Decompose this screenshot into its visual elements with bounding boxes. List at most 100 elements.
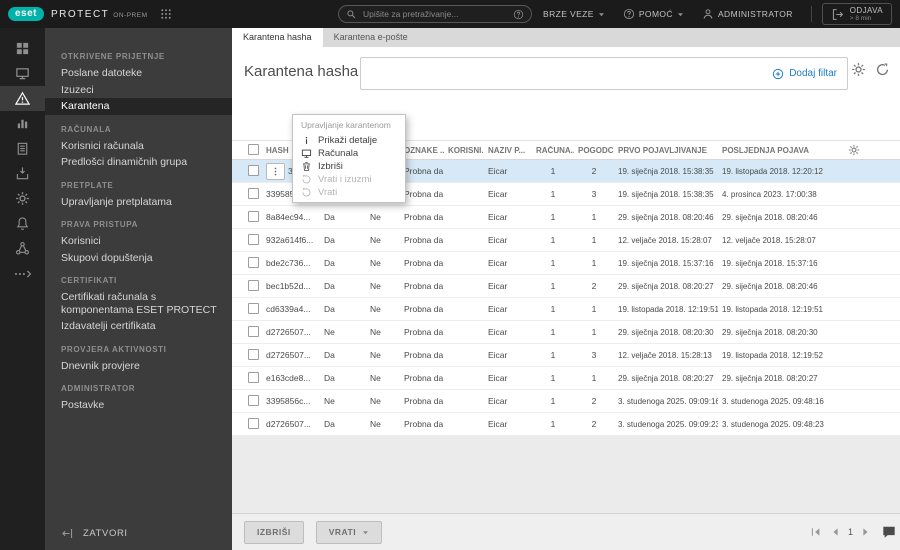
rail-item-policies[interactable] (0, 186, 45, 211)
cell-tags: Probna da... (404, 212, 444, 222)
page-title: Karantena hasha (244, 63, 359, 80)
quick-links-label: BRZE VEZE (543, 9, 594, 19)
rail-item-computers[interactable] (0, 61, 45, 86)
row-actions-button[interactable] (266, 162, 285, 180)
context-menu-item-vrati-i-izuzmi[interactable]: Vrati i izuzmi (293, 173, 405, 186)
row-checkbox[interactable] (248, 302, 259, 314)
column-header-oznake[interactable]: OZNAKE ... (400, 146, 444, 155)
cell-last-seen: 3. studenoga 2025. 09:48:23 (722, 419, 824, 429)
context-menu: Upravljanje karantenom Prikaži detalje Ra… (292, 114, 406, 203)
tab-karantena-e-po-te[interactable]: Karantena e-pošte (323, 28, 419, 47)
context-menu-item-izbri-i[interactable]: Izbriši (293, 160, 405, 173)
sidebar-item-dnevnik-provjere[interactable]: Dnevnik provjere (45, 358, 232, 375)
column-header-ra-una[interactable]: RAČUNA... (532, 146, 574, 155)
app-grid-icon[interactable] (160, 8, 172, 20)
sidebar-item-poslane-datoteke[interactable]: Poslane datoteke (45, 65, 232, 82)
sidebar-item-izdavatelji-certifikata[interactable]: Izdavatelji certifikata (45, 318, 232, 335)
restore-icon (301, 174, 312, 185)
rail-item-installers[interactable] (0, 161, 45, 186)
sidebar-item-predlo-ci-dinami-nih-grupa[interactable]: Predlošci dinamičnih grupa (45, 154, 232, 171)
cell-hits: 1 (591, 304, 597, 314)
cell-last-seen: 29. siječnja 2018. 08:20:46 (722, 281, 818, 291)
sidebar-item-karantena[interactable]: Karantena (45, 98, 232, 115)
top-bar: eset PROTECT ON-PREM BRZE VEZE POMOĆ ADM… (0, 0, 900, 28)
restore-button[interactable]: VRATI (315, 520, 383, 544)
table-row[interactable]: d2726507... Da Ne Probna da... Eicar 1 3 12. ve… (232, 344, 900, 367)
user-menu[interactable]: ADMINISTRATOR (702, 8, 793, 20)
cell-hash: bec1b52d... (266, 281, 311, 291)
select-all-checkbox[interactable] (248, 143, 259, 155)
cell-p: Ne (370, 235, 381, 245)
cell-first-seen: 29. siječnja 2018. 08:20:27 (618, 281, 714, 291)
search-input[interactable] (361, 8, 513, 20)
table-row[interactable]: 932a614f6... Da Ne Probna da... Eicar 1 1 12. v… (232, 229, 900, 252)
row-checkbox[interactable] (248, 164, 259, 176)
rail-item-dashboard[interactable] (0, 36, 45, 61)
help-menu[interactable]: POMOĆ (623, 8, 684, 20)
sidebar-collapse-button[interactable]: ZATVORI (45, 516, 232, 550)
top-bar-right: BRZE VEZE POMOĆ ADMINISTRATOR ODJAVA > 8… (543, 0, 900, 28)
rail-item-more[interactable] (0, 261, 45, 286)
cell-threat-name: Eicar (488, 304, 508, 314)
logout-button[interactable]: ODJAVA > 8 min (821, 3, 892, 25)
column-header-pogodci[interactable]: POGODCI (574, 146, 614, 155)
filter-bar[interactable]: Dodaj filtar (360, 57, 848, 90)
table-row[interactable]: bec1b52d... Da Ne Probna da... Eicar 1 2 29. si… (232, 275, 900, 298)
column-header-posljednja-pojava[interactable]: POSLJEDNJA POJAVA (718, 146, 838, 155)
column-header-naziv-p[interactable]: NAZIV P... (484, 146, 532, 155)
table-row[interactable]: e163cde8... Da Ne Probna da... Eicar 1 1 29. si… (232, 367, 900, 390)
rail-item-status-overview[interactable] (0, 236, 45, 261)
table-row[interactable]: bde2c736... Da Ne Probna da... Eicar 1 1 19. si… (232, 252, 900, 275)
add-filter-button[interactable]: Dodaj filtar (772, 68, 837, 80)
refresh-icon[interactable] (875, 62, 890, 77)
row-checkbox[interactable] (248, 325, 259, 337)
quick-links-menu[interactable]: BRZE VEZE (543, 9, 605, 19)
filter-presets-gear-icon[interactable] (851, 62, 866, 77)
table-row[interactable]: d2726507... Ne Ne Probna da... Eicar 1 1 29. si… (232, 321, 900, 344)
feedback-chat-icon[interactable] (882, 525, 896, 539)
cell-computers: 1 (550, 166, 556, 176)
row-checkbox[interactable] (248, 371, 259, 383)
table-row[interactable]: d2726507... Da Ne Probna da... Eicar 1 2 3. stu… (232, 413, 900, 436)
table-row[interactable]: 3395856c... Ne Ne Probna da... Eicar 1 2 3. stu… (232, 390, 900, 413)
tab-karantena-hasha[interactable]: Karantena hasha (232, 28, 323, 47)
row-checkbox[interactable] (248, 233, 259, 245)
column-header-prvo-pojavljivanje[interactable]: PRVO POJAVLJIVANJE (614, 146, 718, 155)
cell-first-seen: 19. siječnja 2018. 15:38:35 (618, 189, 714, 199)
search-help-icon[interactable] (513, 9, 524, 20)
column-header-korisni[interactable]: KORISNI... (444, 146, 484, 155)
delete-button[interactable]: IZBRIŠI (244, 520, 304, 544)
rail-item-notifications[interactable] (0, 211, 45, 236)
sidebar-item-korisnici-ra-unala[interactable]: Korisnici računala (45, 138, 232, 155)
pager-prev-page-button[interactable] (829, 526, 841, 538)
sidebar-item-korisnici[interactable]: Korisnici (45, 233, 232, 250)
context-menu-item-vrati[interactable]: Vrati (293, 186, 405, 199)
row-checkbox[interactable] (248, 394, 259, 406)
row-select-cell (232, 302, 262, 316)
sidebar-item-certifikati-ra-unala-s-komponentama-eset-protect[interactable]: Certifikati računala s komponentama ESET… (45, 289, 232, 318)
context-menu-item-prika-i-detalje[interactable]: Prikaži detalje (293, 134, 405, 147)
pager-first-page-button[interactable] (810, 526, 822, 538)
rail-item-detections[interactable] (0, 86, 45, 111)
rail-item-tasks[interactable] (0, 136, 45, 161)
table-row[interactable]: 8a84ec94... Da Ne Probna da... Eicar 1 1 29. si… (232, 206, 900, 229)
more-icon (12, 267, 34, 281)
context-menu-item-ra-unala[interactable]: Računala (293, 147, 405, 160)
row-checkbox[interactable] (248, 348, 259, 360)
sidebar-item-skupovi-dopu-tenja[interactable]: Skupovi dopuštenja (45, 250, 232, 267)
table-row[interactable]: cd6339a4... Da Ne Probna da... Eicar 1 1 19. li… (232, 298, 900, 321)
rail-item-reports[interactable] (0, 111, 45, 136)
sidebar-item-postavke[interactable]: Postavke (45, 397, 232, 414)
pager-next-page-button[interactable] (860, 526, 872, 538)
cell-tags: Probna da... (404, 235, 444, 245)
cell-threat-name: Eicar (488, 396, 508, 406)
row-checkbox[interactable] (248, 417, 259, 429)
row-checkbox[interactable] (248, 187, 259, 199)
sidebar-item-upravljanje-pretplatama[interactable]: Upravljanje pretplatama (45, 194, 232, 211)
row-checkbox[interactable] (248, 279, 259, 291)
row-checkbox[interactable] (248, 210, 259, 222)
global-search[interactable] (338, 5, 532, 23)
help-label: POMOĆ (638, 9, 673, 19)
sidebar-item-izuzeci[interactable]: Izuzeci (45, 82, 232, 99)
row-checkbox[interactable] (248, 256, 259, 268)
